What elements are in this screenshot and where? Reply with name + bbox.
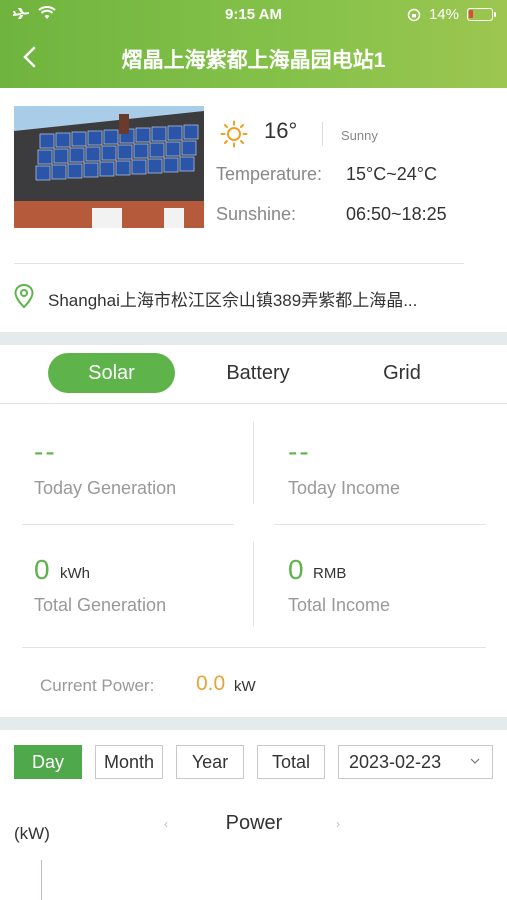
page-title: 熠晶上海紫都上海晶园电站1 xyxy=(121,49,386,72)
station-info-card: 16° Sunny Temperature: 15°C~24°C Sunshin… xyxy=(0,88,507,332)
total-income-value: 0 xyxy=(288,554,304,585)
station-address[interactable]: Shanghai上海市松江区佘山镇389弄紫都上海晶... xyxy=(48,286,417,311)
date-value: 2023-02-23 xyxy=(349,752,442,772)
period-day-button[interactable]: Day xyxy=(14,745,82,779)
temperature-range: 15°C~24°C xyxy=(346,164,437,184)
chart-y-axis xyxy=(41,860,42,900)
total-generation-value: 0 xyxy=(34,554,50,585)
total-generation-unit: kWh xyxy=(60,565,90,582)
status-bar: 9:15 AM 14% xyxy=(0,0,507,30)
weather-condition: Sunny xyxy=(341,128,378,143)
tab-grid[interactable]: Grid xyxy=(350,353,454,393)
chevron-left-icon xyxy=(23,46,36,68)
sunshine-range: 06:50~18:25 xyxy=(346,204,447,224)
tabs-divider xyxy=(0,403,507,404)
chart-next-button[interactable]: › xyxy=(336,817,340,831)
today-generation-value: -- xyxy=(34,436,57,467)
total-generation-label: Total Generation xyxy=(34,595,167,615)
sun-icon xyxy=(220,120,248,148)
app-header: 9:15 AM 14% 熠晶上海紫都上海晶园电站1 xyxy=(0,0,507,88)
weather-divider xyxy=(322,122,323,146)
chevron-down-icon xyxy=(470,758,480,764)
stats-vdivider-bottom xyxy=(253,542,254,626)
chart-prev-button[interactable]: ‹ xyxy=(164,817,168,831)
stats-hdivider-right xyxy=(274,524,486,525)
chart-title: Power xyxy=(225,812,283,834)
battery-icon xyxy=(467,8,496,21)
today-income-value: -- xyxy=(288,436,311,467)
energy-tabs: Solar Battery Grid xyxy=(0,345,507,403)
stats-vdivider-top xyxy=(253,422,254,504)
back-button[interactable] xyxy=(18,44,42,70)
chart-y-unit: (kW) xyxy=(14,824,50,843)
today-income-label: Today Income xyxy=(288,478,401,498)
total-income-label: Total Income xyxy=(288,595,391,615)
section-separator xyxy=(0,332,507,345)
weather-row: 16° Sunny xyxy=(216,118,496,148)
tab-battery[interactable]: Battery xyxy=(200,353,316,393)
total-income-unit: RMB xyxy=(313,565,347,582)
date-selector[interactable]: 2023-02-23 xyxy=(338,745,493,779)
today-generation-label: Today Generation xyxy=(34,478,177,498)
period-total-button[interactable]: Total xyxy=(257,745,325,779)
info-divider xyxy=(14,263,464,264)
period-year-button[interactable]: Year xyxy=(176,745,244,779)
station-photo[interactable] xyxy=(14,106,204,228)
current-temperature: 16° xyxy=(264,118,298,143)
period-month-button[interactable]: Month xyxy=(95,745,163,779)
stats-hdivider-left xyxy=(22,524,234,525)
tab-solar[interactable]: Solar xyxy=(48,353,175,393)
sunshine-label: Sunshine: xyxy=(216,204,297,224)
current-power-value: 0.0 xyxy=(196,672,226,695)
location-pin-icon xyxy=(14,283,34,309)
power-divider xyxy=(22,647,486,648)
status-right: 14% xyxy=(407,6,496,23)
rotation-lock-icon xyxy=(407,8,421,21)
battery-percent: 14% xyxy=(428,6,459,23)
current-power-label: Current Power: xyxy=(40,676,155,695)
current-power-unit: kW xyxy=(234,678,256,695)
section-separator-2 xyxy=(0,717,507,730)
temperature-label: Temperature: xyxy=(216,164,323,184)
